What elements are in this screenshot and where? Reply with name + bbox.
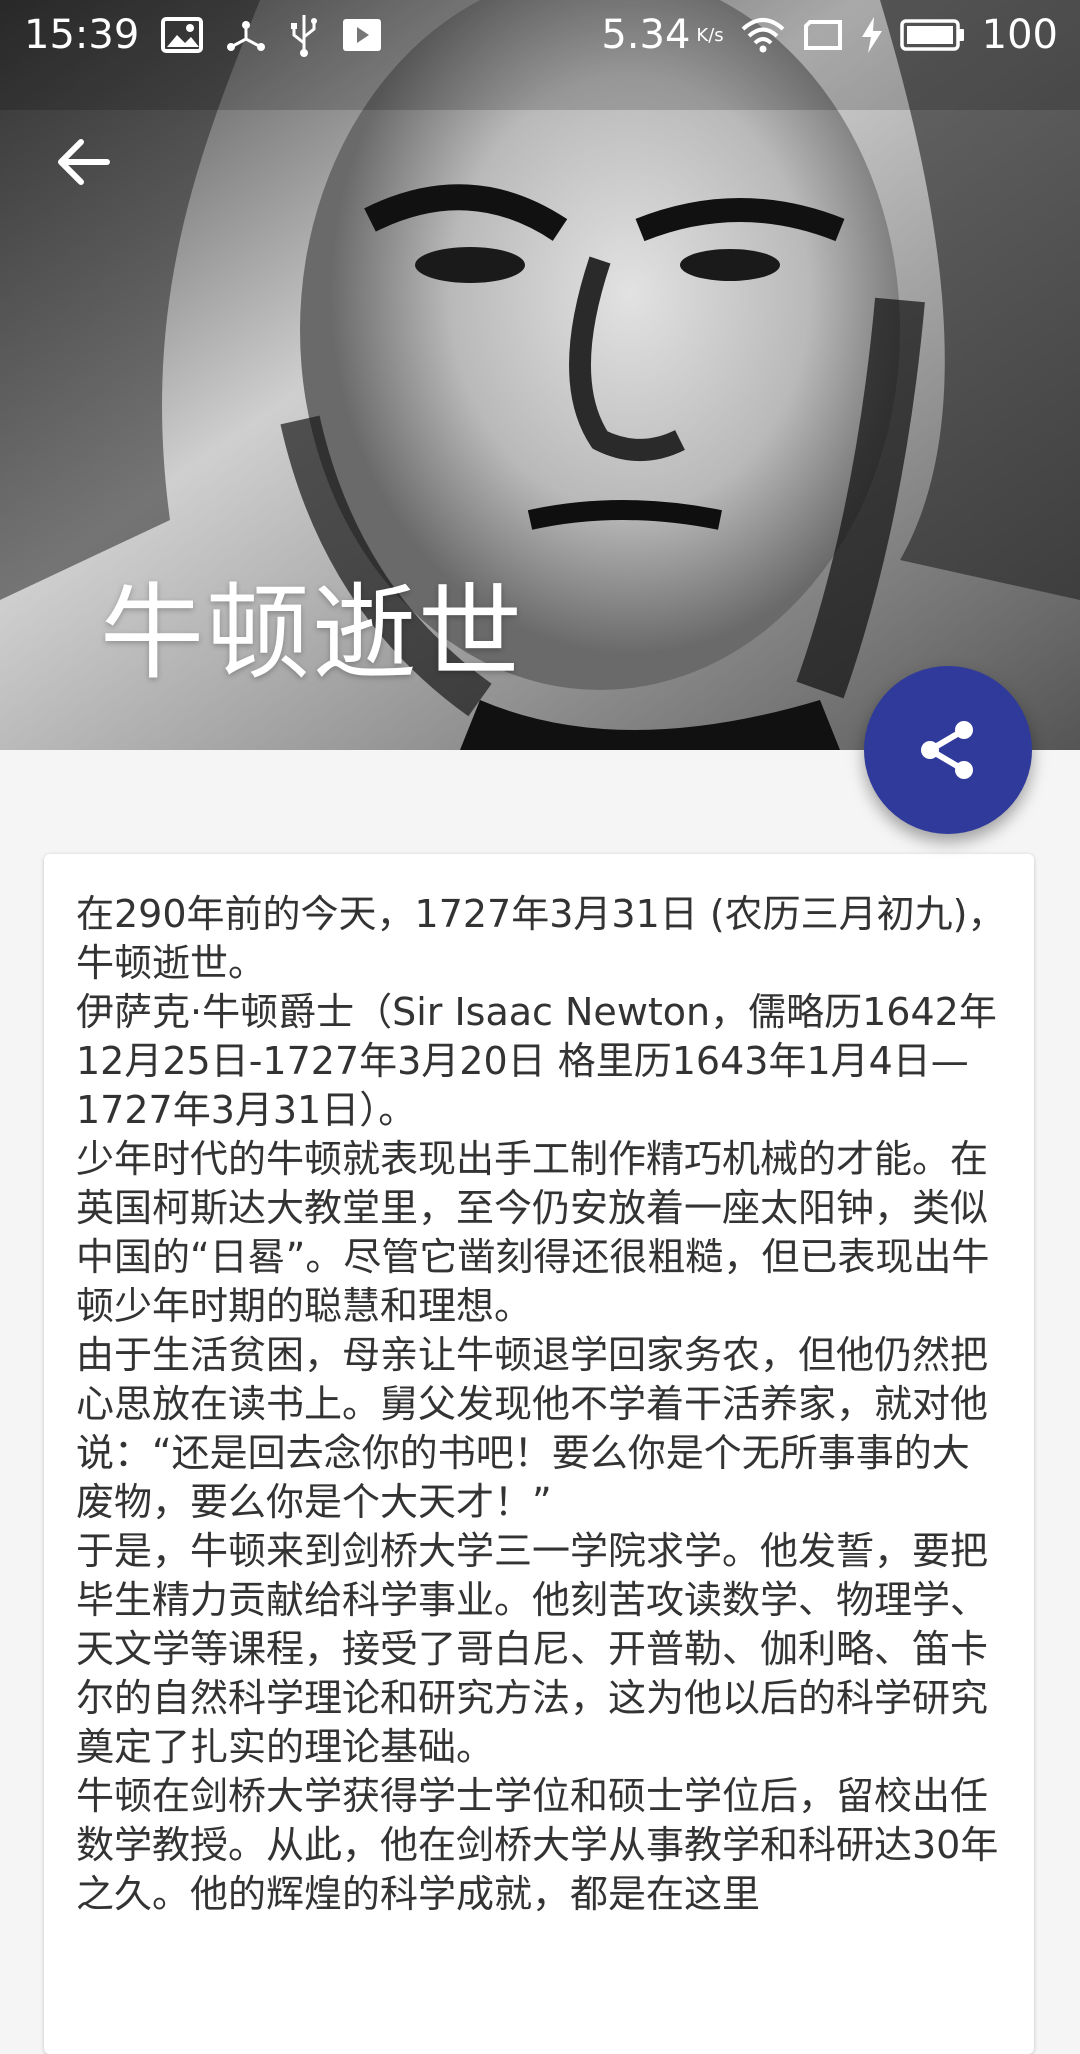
charging-icon [861, 17, 882, 53]
article-paragraph: 在290年前的今天，1727年3月31日 (农历三月初九)，牛顿逝世。 [76, 892, 1006, 985]
article-paragraph: 由于生活贫困，母亲让牛顿退学回家务农，但他仍然把心思放在读书上。舅父发现他不学着… [76, 1333, 989, 1524]
network-speed: 5.34 [601, 12, 691, 58]
wifi-icon [741, 18, 784, 53]
article-paragraph: 少年时代的牛顿就表现出手工制作精巧机械的才能。在英国柯斯达大教堂里，至今仍安放着… [76, 1137, 990, 1328]
back-button[interactable] [42, 120, 126, 204]
share-button[interactable] [864, 666, 1032, 834]
arrow-back-icon [58, 139, 110, 185]
header-image-area: 15:39 5.34 K/s 100 牛顿逝世 [0, 0, 1080, 750]
play-icon [343, 19, 382, 51]
article-paragraph: 于是，牛顿来到剑桥大学三一学院求学。他发誓，要把毕生精力贡献给科学事业。他刻苦攻… [76, 1529, 989, 1769]
share-icon [921, 721, 973, 779]
status-bar: 15:39 5.34 K/s 100 [0, 0, 1080, 72]
status-time: 15:39 [24, 12, 140, 58]
battery-level: 100 [981, 12, 1058, 58]
article-paragraph: 伊萨克·牛顿爵士（Sir Isaac Newton，儒略历1642年12月25日… [76, 990, 997, 1132]
network-speed-unit: K/s [696, 24, 724, 46]
screen-icon [803, 20, 842, 50]
article-paragraph: 牛顿在剑桥大学获得学士学位和硕士学位后，留校出任数学教授。从此，他在剑桥大学从事… [76, 1774, 999, 1916]
page-title: 牛顿逝世 [100, 572, 525, 694]
image-icon [161, 17, 204, 53]
usb-icon [291, 15, 318, 57]
article-body: 在290年前的今天，1727年3月31日 (农历三月初九)，牛顿逝世。 伊萨克·… [76, 890, 1006, 1919]
usb-share-icon [227, 21, 266, 51]
battery-icon [899, 19, 964, 51]
